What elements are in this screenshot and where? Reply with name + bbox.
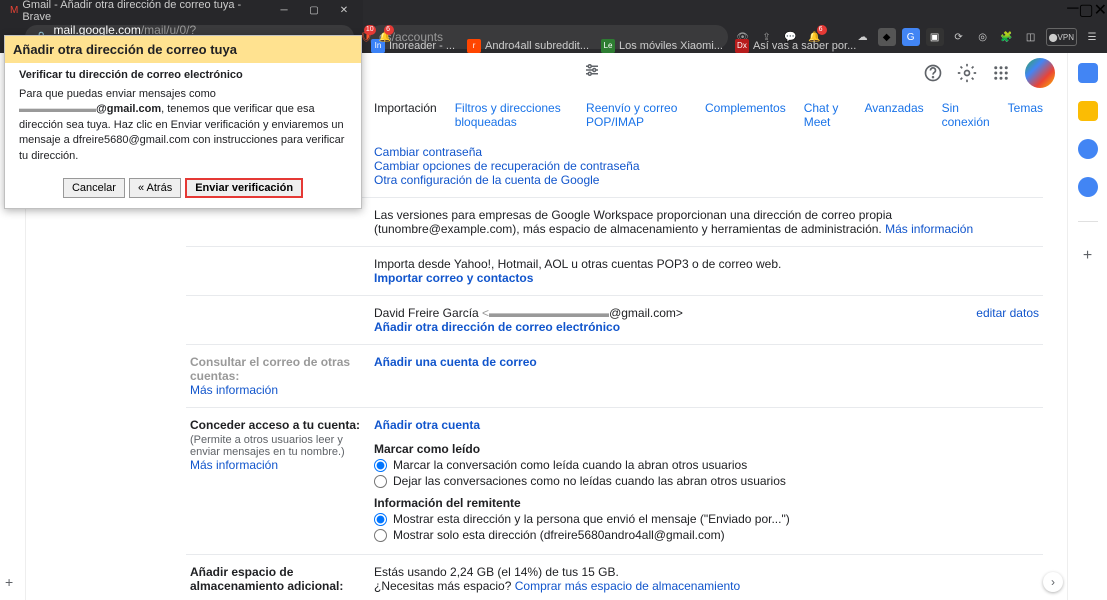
tab-import[interactable]: Importación: [374, 101, 437, 129]
mark-read-title: Marcar como leído: [374, 442, 1039, 456]
cancel-button[interactable]: Cancelar: [63, 178, 125, 198]
workspace-text: Las versiones para empresas de Google Wo…: [374, 208, 892, 236]
tune-icon[interactable]: [583, 61, 607, 85]
section-sublabel: (Permite a otros usuarios leer y enviar …: [190, 434, 366, 458]
tasks-icon[interactable]: [1078, 139, 1098, 159]
google-account-link[interactable]: Otra configuración de la cuenta de Googl…: [374, 173, 599, 187]
section-label: Conceder acceso a tu cuenta:: [190, 418, 366, 432]
tab-chat[interactable]: Chat y Meet: [804, 101, 847, 129]
dialog-subtitle: Verificar tu dirección de correo electró…: [5, 63, 361, 83]
send-verification-button[interactable]: Enviar verificación: [185, 178, 303, 198]
user-name: David Freire García: [374, 306, 479, 320]
section-import: Importa desde Yahoo!, Hotmail, AOL u otr…: [186, 247, 1043, 296]
dialog-title: Añadir otra dirección de correo tuya: [5, 36, 361, 63]
tab-forward[interactable]: Reenvío y correo POP/IMAP: [586, 101, 687, 129]
contacts-icon[interactable]: [1078, 177, 1098, 197]
radio-show-only-address[interactable]: [374, 529, 387, 542]
import-contacts-link[interactable]: Importar correo y contactos: [374, 271, 533, 285]
apps-icon[interactable]: [991, 63, 1011, 83]
win-min-icon[interactable]: ─: [269, 1, 299, 21]
radio-leave-unread[interactable]: [374, 475, 387, 488]
keep-icon[interactable]: [1078, 101, 1098, 121]
scroll-right-icon[interactable]: ›: [1043, 572, 1063, 592]
add-mail-account-link[interactable]: Añadir una cuenta de correo: [374, 355, 537, 369]
calendar-icon[interactable]: [1078, 63, 1098, 83]
buy-storage-link[interactable]: Comprar más espacio de almacenamiento: [515, 579, 740, 593]
storage-usage: Estás usando 2,24 GB (el 14%) de tus 15 …: [374, 565, 1039, 579]
help-icon[interactable]: [923, 63, 943, 83]
section-grant-access: Conceder acceso a tu cuenta: (Permite a …: [186, 408, 1043, 555]
bookmark-item[interactable]: DxAsí vas a saber por...: [735, 39, 856, 53]
win-min-icon[interactable]: ─: [1067, 0, 1078, 21]
section-storage: Añadir espacio de almacenamiento adicion…: [186, 555, 1043, 600]
dialog-body: Para que puedas enviar mensajes como ▬▬▬…: [5, 83, 361, 172]
edit-data-link[interactable]: editar datos: [976, 306, 1039, 320]
tab-advanced[interactable]: Avanzadas: [864, 101, 923, 129]
section-label: Añadir espacio de almacenamiento adicion…: [190, 565, 366, 593]
add-account-link[interactable]: Añadir otra cuenta: [374, 418, 480, 432]
tab-addons[interactable]: Complementos: [705, 101, 786, 129]
plus-icon[interactable]: +: [5, 574, 21, 590]
bookmark-item[interactable]: LeLos móviles Xiaomi...: [601, 39, 723, 53]
section-sendas: David Freire García <▬▬▬▬▬▬▬▬▬▬@gmail.co…: [186, 296, 1043, 345]
more-info-link[interactable]: Más información: [190, 383, 278, 397]
win-close-icon[interactable]: ✕: [1094, 0, 1107, 21]
add-addon-icon[interactable]: +: [1078, 246, 1098, 266]
section-label: Consultar el correo de otras cuentas:: [190, 355, 366, 383]
tab-title: Gmail - Añadir otra dirección de correo …: [22, 0, 263, 23]
add-address-link[interactable]: Añadir otra dirección de correo electrón…: [374, 320, 620, 334]
avatar[interactable]: [1025, 58, 1055, 88]
back-button[interactable]: « Atrás: [129, 178, 181, 198]
browser-tab[interactable]: M Gmail - Añadir otra dirección de corre…: [4, 2, 269, 20]
tab-offline[interactable]: Sin conexión: [942, 101, 990, 129]
dialog-buttons: Cancelar « Atrás Enviar verificación: [5, 172, 361, 208]
radio-label: Mostrar solo esta dirección (dfreire5680…: [393, 528, 725, 542]
import-text: Importa desde Yahoo!, Hotmail, AOL u otr…: [374, 257, 1039, 271]
storage-question: ¿Necesitas más espacio?: [374, 579, 511, 593]
bookmarks-bar: InInoreader - ... rAndro4all subreddit..…: [363, 38, 1107, 53]
gmail-favicon: M: [10, 5, 18, 16]
window-titlebar: M Gmail - Añadir otra dirección de corre…: [0, 0, 363, 21]
bookmark-item[interactable]: rAndro4all subreddit...: [467, 39, 589, 53]
radio-show-sender[interactable]: [374, 513, 387, 526]
more-info-link[interactable]: Más información: [190, 458, 278, 472]
sender-info-title: Información del remitente: [374, 496, 1039, 510]
win-max-icon[interactable]: ▢: [299, 1, 329, 21]
radio-label: Mostrar esta dirección y la persona que …: [393, 512, 790, 526]
user-email: @gmail.com>: [609, 306, 683, 320]
radio-label: Dejar las conversaciones como no leídas …: [393, 474, 786, 488]
change-password-link[interactable]: Cambiar contraseña: [374, 145, 482, 159]
change-recovery-link[interactable]: Cambiar opciones de recuperación de cont…: [374, 159, 640, 173]
more-info-link[interactable]: Más información: [885, 222, 973, 236]
side-rail: +: [1067, 53, 1107, 600]
win-max-icon[interactable]: ▢: [1078, 0, 1093, 21]
bell-icon[interactable]: 🔔6: [379, 28, 391, 46]
win-close-icon[interactable]: ✕: [329, 1, 359, 21]
radio-label: Marcar la conversación como leída cuando…: [393, 458, 747, 472]
radio-mark-read[interactable]: [374, 459, 387, 472]
verify-dialog: Añadir otra dirección de correo tuya Ver…: [4, 35, 362, 209]
tab-themes[interactable]: Temas: [1008, 101, 1043, 129]
gear-icon[interactable]: [957, 63, 977, 83]
tab-filters[interactable]: Filtros y direcciones bloqueadas: [455, 101, 568, 129]
section-check-mail: Consultar el correo de otras cuentas: Má…: [186, 345, 1043, 408]
